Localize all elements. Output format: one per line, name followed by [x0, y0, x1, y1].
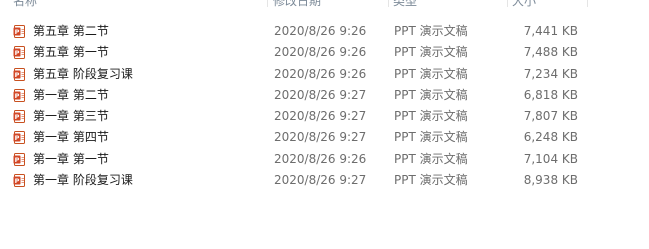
file-name: 第一章 第一节 — [33, 151, 109, 166]
file-type: PPT 演示文稿 — [394, 109, 468, 124]
file-type: PPT 演示文稿 — [394, 130, 468, 145]
svg-text:P: P — [15, 49, 20, 57]
file-modified-date: 2020/8/26 9:26 — [274, 24, 367, 38]
file-type: PPT 演示文稿 — [394, 66, 468, 81]
file-modified-date: 2020/8/26 9:27 — [274, 109, 367, 124]
svg-text:P: P — [15, 177, 20, 185]
column-header-bar: 名称 修改日期 类型 大小 — [0, 0, 649, 11]
column-divider[interactable] — [507, 0, 508, 7]
file-type: PPT 演示文稿 — [394, 87, 468, 102]
svg-text:P: P — [15, 28, 20, 36]
column-header-name[interactable]: 名称 — [13, 0, 37, 11]
file-type: PPT 演示文稿 — [394, 151, 468, 166]
file-row[interactable]: P 第一章 第四节 2020/8/26 9:27 PPT 演示文稿 6,248 … — [0, 127, 649, 148]
svg-text:P: P — [15, 113, 20, 121]
file-size: 8,938 KB — [523, 173, 578, 188]
file-type: PPT 演示文稿 — [394, 24, 468, 38]
column-header-size[interactable]: 大小 — [512, 0, 536, 11]
file-row[interactable]: P 第五章 第二节 2020/8/26 9:26 PPT 演示文稿 7,441 … — [0, 21, 649, 42]
file-name: 第一章 第四节 — [33, 130, 109, 145]
column-divider[interactable] — [388, 0, 389, 7]
ppt-file-icon: P — [13, 67, 25, 81]
svg-text:P: P — [15, 92, 20, 100]
file-size: 6,818 KB — [523, 87, 578, 102]
file-name: 第五章 第二节 — [33, 24, 109, 38]
file-size: 7,488 KB — [523, 45, 578, 60]
file-name: 第五章 阶段复习课 — [33, 66, 133, 81]
file-rows: P 第五章 第二节 2020/8/26 9:26 PPT 演示文稿 7,441 … — [0, 21, 649, 191]
column-divider[interactable] — [267, 0, 268, 7]
file-list-view: 名称 修改日期 类型 大小 P 第五章 第二节 2020/8/26 9:26 P… — [0, 0, 649, 249]
file-type: PPT 演示文稿 — [394, 45, 468, 60]
file-size: 6,248 KB — [523, 130, 578, 145]
file-row[interactable]: P 第一章 阶段复习课 2020/8/26 9:27 PPT 演示文稿 8,93… — [0, 170, 649, 191]
file-row[interactable]: P 第一章 第三节 2020/8/26 9:27 PPT 演示文稿 7,807 … — [0, 106, 649, 127]
file-row[interactable]: P 第一章 第一节 2020/8/26 9:26 PPT 演示文稿 7,104 … — [0, 149, 649, 170]
file-name: 第一章 阶段复习课 — [33, 173, 133, 188]
file-type: PPT 演示文稿 — [394, 173, 468, 188]
column-header-date[interactable]: 修改日期 — [273, 0, 321, 11]
file-row[interactable]: P 第五章 第一节 2020/8/26 9:26 PPT 演示文稿 7,488 … — [0, 42, 649, 63]
file-modified-date: 2020/8/26 9:26 — [274, 151, 367, 166]
svg-text:P: P — [15, 156, 20, 164]
ppt-file-icon: P — [13, 110, 25, 124]
file-row[interactable]: P 第一章 第二节 2020/8/26 9:27 PPT 演示文稿 6,818 … — [0, 85, 649, 106]
ppt-file-icon: P — [13, 174, 25, 188]
file-modified-date: 2020/8/26 9:26 — [274, 45, 367, 60]
file-modified-date: 2020/8/26 9:27 — [274, 87, 367, 102]
file-name: 第一章 第二节 — [33, 87, 109, 102]
svg-text:P: P — [15, 134, 20, 142]
ppt-file-icon: P — [13, 152, 25, 166]
column-header-type[interactable]: 类型 — [393, 0, 417, 11]
file-name: 第五章 第一节 — [33, 45, 109, 60]
ppt-file-icon: P — [13, 46, 25, 60]
file-size: 7,234 KB — [523, 66, 578, 81]
ppt-file-icon: P — [13, 131, 25, 145]
file-modified-date: 2020/8/26 9:27 — [274, 173, 367, 188]
ppt-file-icon: P — [13, 25, 25, 38]
file-modified-date: 2020/8/26 9:27 — [274, 130, 367, 145]
file-row[interactable]: P 第五章 阶段复习课 2020/8/26 9:26 PPT 演示文稿 7,23… — [0, 64, 649, 85]
file-modified-date: 2020/8/26 9:26 — [274, 66, 367, 81]
column-divider[interactable] — [587, 0, 588, 7]
file-size: 7,807 KB — [523, 109, 578, 124]
file-size: 7,104 KB — [523, 151, 578, 166]
svg-text:P: P — [15, 71, 20, 79]
ppt-file-icon: P — [13, 88, 25, 102]
file-name: 第一章 第三节 — [33, 109, 109, 124]
file-size: 7,441 KB — [523, 24, 578, 38]
